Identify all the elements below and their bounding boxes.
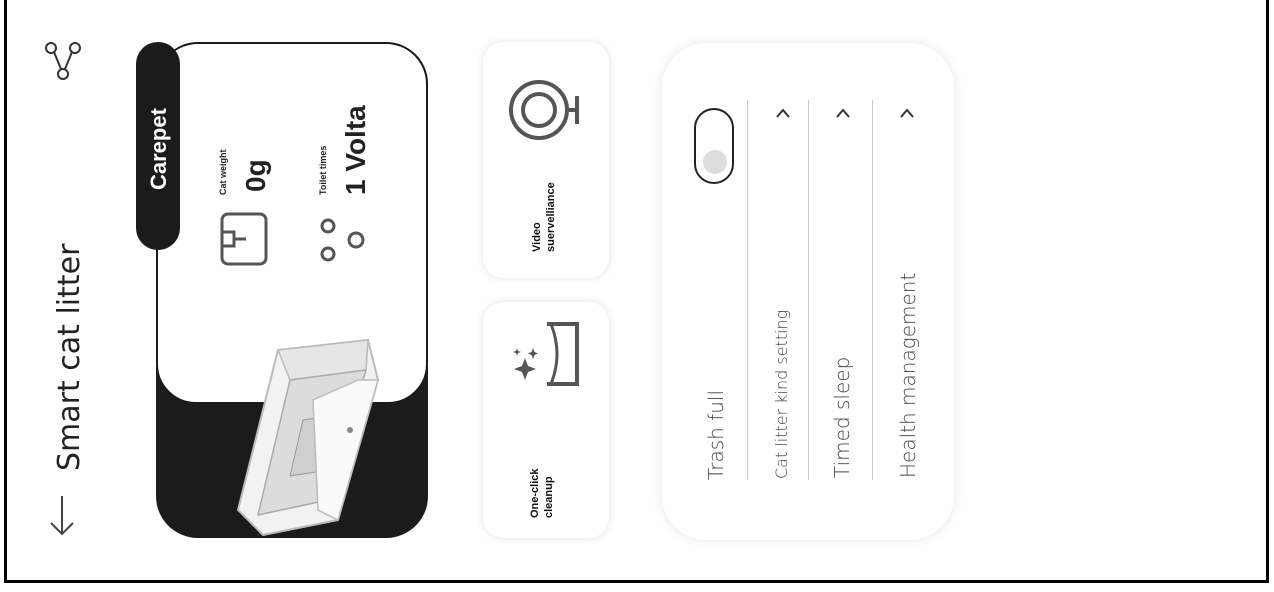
camera-icon: [505, 72, 581, 148]
trash-full-toggle[interactable]: [694, 108, 734, 184]
cat-weight-label: Cat weight: [218, 149, 228, 195]
video-surveillance-label-1: Video: [531, 222, 543, 252]
one-click-cleanup-button[interactable]: One-click cleanup: [483, 302, 609, 538]
share-icon[interactable]: [44, 40, 82, 82]
timed-sleep-label: Timed sleep: [830, 356, 854, 478]
video-surveillance-label-2: suervelliance: [545, 182, 557, 252]
divider: [872, 100, 873, 480]
back-arrow-icon[interactable]: [47, 494, 77, 538]
video-surveillance-button[interactable]: Video suervelliance: [483, 42, 609, 278]
cleanup-icon: [507, 318, 581, 398]
toilet-times-value: 1 Volta: [340, 105, 371, 195]
scale-icon: [218, 210, 270, 268]
setting-row-timed-sleep[interactable]: Timed sleep: [820, 96, 872, 486]
chevron-up-icon: [900, 108, 914, 118]
device-card[interactable]: [156, 42, 428, 538]
cat-litter-kind-label: Cat litter kind setting: [772, 309, 791, 479]
litter-box-image: [218, 310, 388, 538]
setting-row-cat-litter-kind[interactable]: Cat litter kind setting: [760, 96, 808, 486]
divider: [747, 100, 748, 480]
one-click-cleanup-label-1: One-click: [529, 468, 541, 518]
cat-weight-value: 0g: [240, 159, 271, 192]
setting-row-health-management[interactable]: Health management: [884, 96, 936, 486]
brand-logo: Carepet: [146, 108, 171, 190]
toggle-knob: [703, 150, 727, 174]
chevron-up-icon: [776, 108, 790, 118]
toilet-times-label: Toilet times: [318, 145, 328, 195]
chevron-up-icon: [836, 108, 850, 118]
paw-icon: [318, 212, 366, 268]
health-management-label: Health management: [896, 272, 920, 478]
trash-full-label: Trash full: [704, 389, 728, 480]
divider: [808, 100, 809, 480]
page-title: Smart cat litter: [52, 243, 87, 471]
one-click-cleanup-label-2: cleanup: [543, 476, 555, 518]
